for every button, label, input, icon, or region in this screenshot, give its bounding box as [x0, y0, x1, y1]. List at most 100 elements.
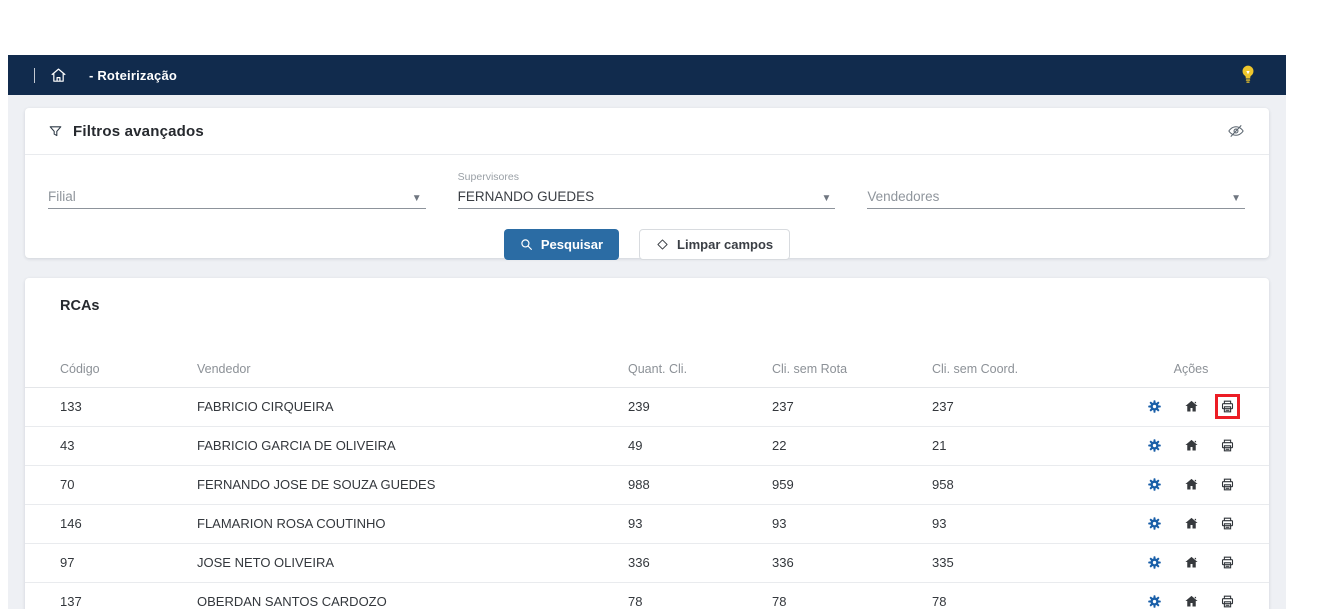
- cell-quant-cli: 78: [628, 582, 772, 609]
- cell-codigo: 133: [25, 387, 197, 426]
- printer-button[interactable]: [1215, 433, 1240, 458]
- cell-codigo: 146: [25, 504, 197, 543]
- screenshot-root: - Roteirização Filtros avançados: [0, 0, 1326, 609]
- funnel-icon: [48, 124, 63, 139]
- cell-acoes: [1135, 582, 1269, 609]
- cell-vendedor: FLAMARION ROSA COUTINHO: [197, 504, 628, 543]
- cell-cli-sem-rota: 237: [772, 387, 932, 426]
- cell-quant-cli: 988: [628, 465, 772, 504]
- settings-gear-button[interactable]: [1142, 550, 1167, 575]
- cell-vendedor: FERNANDO JOSE DE SOUZA GUEDES: [197, 465, 628, 504]
- rcas-title: RCAs: [60, 298, 1269, 314]
- cell-cli-sem-coord: 21: [932, 426, 1135, 465]
- table-row: 137 OBERDAN SANTOS CARDOZO 78 78 78: [25, 582, 1269, 609]
- lightbulb-icon[interactable]: [1240, 65, 1256, 85]
- cell-acoes: [1135, 426, 1269, 465]
- cell-cli-sem-rota: 336: [772, 543, 932, 582]
- filters-title: Filtros avançados: [73, 123, 204, 140]
- printer-button[interactable]: [1215, 472, 1240, 497]
- column-header-cli-sem-coord: Cli. sem Coord.: [932, 351, 1135, 387]
- cell-acoes: [1135, 387, 1269, 426]
- rcas-panel: RCAs Código Vendedor Quant. Cli. Cli. se…: [25, 278, 1269, 609]
- cell-cli-sem-coord: 958: [932, 465, 1135, 504]
- top-navigation-bar: - Roteirização: [8, 55, 1286, 95]
- printer-button-highlighted[interactable]: [1215, 394, 1240, 419]
- table-row: 70 FERNANDO JOSE DE SOUZA GUEDES 988 959…: [25, 465, 1269, 504]
- printer-button[interactable]: [1215, 550, 1240, 575]
- cell-cli-sem-coord: 93: [932, 504, 1135, 543]
- cell-cli-sem-rota: 22: [772, 426, 932, 465]
- cell-cli-sem-rota: 93: [772, 504, 932, 543]
- cell-vendedor: JOSE NETO OLIVEIRA: [197, 543, 628, 582]
- clear-fields-button[interactable]: Limpar campos: [639, 229, 790, 260]
- app-frame: - Roteirização Filtros avançados: [8, 55, 1286, 609]
- printer-button[interactable]: [1215, 589, 1240, 609]
- filial-placeholder: Filial: [48, 189, 76, 204]
- column-header-cli-sem-rota: Cli. sem Rota: [772, 351, 932, 387]
- supervisores-label: Supervisores: [458, 171, 519, 183]
- rcas-table-body: 133 FABRICIO CIRQUEIRA 239 237 237: [25, 387, 1269, 609]
- cell-acoes: [1135, 504, 1269, 543]
- settings-gear-button[interactable]: [1142, 472, 1167, 497]
- column-header-vendedor: Vendedor: [197, 351, 628, 387]
- cell-acoes: [1135, 543, 1269, 582]
- rcas-table: Código Vendedor Quant. Cli. Cli. sem Rot…: [25, 351, 1269, 609]
- home-icon[interactable]: [50, 67, 67, 84]
- table-row: 43 FABRICIO GARCIA DE OLIVEIRA 49 22 21: [25, 426, 1269, 465]
- cell-acoes: [1135, 465, 1269, 504]
- column-header-quant-cli: Quant. Cli.: [628, 351, 772, 387]
- settings-gear-button[interactable]: [1142, 394, 1167, 419]
- column-header-acoes: Ações: [1135, 351, 1269, 387]
- cell-quant-cli: 336: [628, 543, 772, 582]
- cell-cli-sem-coord: 78: [932, 582, 1135, 609]
- settings-gear-button[interactable]: [1142, 511, 1167, 536]
- filter-buttons-row: Pesquisar Limpar campos: [25, 229, 1269, 260]
- breadcrumb-separator: [34, 68, 35, 83]
- search-button[interactable]: Pesquisar: [504, 229, 619, 260]
- settings-gear-button[interactable]: [1142, 589, 1167, 609]
- cell-codigo: 97: [25, 543, 197, 582]
- table-row: 146 FLAMARION ROSA COUTINHO 93 93 93: [25, 504, 1269, 543]
- vendedores-select[interactable]: Vendedores ▼: [867, 169, 1245, 209]
- cell-cli-sem-coord: 237: [932, 387, 1135, 426]
- search-icon: [520, 238, 533, 251]
- cell-quant-cli: 49: [628, 426, 772, 465]
- breadcrumb: - Roteirização: [89, 68, 177, 83]
- cell-cli-sem-rota: 78: [772, 582, 932, 609]
- home-button[interactable]: [1179, 433, 1204, 458]
- vendedores-placeholder: Vendedores: [867, 189, 939, 204]
- cell-codigo: 70: [25, 465, 197, 504]
- cell-quant-cli: 239: [628, 387, 772, 426]
- cell-vendedor: FABRICIO GARCIA DE OLIVEIRA: [197, 426, 628, 465]
- supervisores-value: FERNANDO GUEDES: [458, 189, 595, 204]
- chevron-down-icon: ▼: [412, 193, 422, 204]
- cell-codigo: 43: [25, 426, 197, 465]
- cell-quant-cli: 93: [628, 504, 772, 543]
- column-header-codigo: Código: [25, 351, 197, 387]
- cell-codigo: 137: [25, 582, 197, 609]
- clear-fields-button-label: Limpar campos: [677, 237, 773, 252]
- home-button[interactable]: [1179, 511, 1204, 536]
- eraser-icon: [656, 238, 669, 251]
- home-button[interactable]: [1179, 394, 1204, 419]
- cell-cli-sem-coord: 335: [932, 543, 1135, 582]
- table-row: 133 FABRICIO CIRQUEIRA 239 237 237: [25, 387, 1269, 426]
- settings-gear-button[interactable]: [1142, 433, 1167, 458]
- cell-cli-sem-rota: 959: [772, 465, 932, 504]
- eye-off-icon[interactable]: [1227, 122, 1245, 140]
- home-button[interactable]: [1179, 550, 1204, 575]
- filters-header: Filtros avançados: [25, 108, 1269, 155]
- cell-vendedor: FABRICIO CIRQUEIRA: [197, 387, 628, 426]
- advanced-filters-panel: Filtros avançados Filial ▼ Supervisores …: [25, 108, 1269, 258]
- chevron-down-icon: ▼: [1231, 193, 1241, 204]
- cell-vendedor: OBERDAN SANTOS CARDOZO: [197, 582, 628, 609]
- table-row: 97 JOSE NETO OLIVEIRA 336 336 335: [25, 543, 1269, 582]
- home-button[interactable]: [1179, 589, 1204, 609]
- supervisores-select[interactable]: Supervisores FERNANDO GUEDES ▼: [458, 169, 836, 209]
- filial-select[interactable]: Filial ▼: [48, 169, 426, 209]
- filter-fields-row: Filial ▼ Supervisores FERNANDO GUEDES ▼ …: [25, 155, 1269, 209]
- chevron-down-icon: ▼: [821, 193, 831, 204]
- home-button[interactable]: [1179, 472, 1204, 497]
- table-header-row: Código Vendedor Quant. Cli. Cli. sem Rot…: [25, 351, 1269, 387]
- printer-button[interactable]: [1215, 511, 1240, 536]
